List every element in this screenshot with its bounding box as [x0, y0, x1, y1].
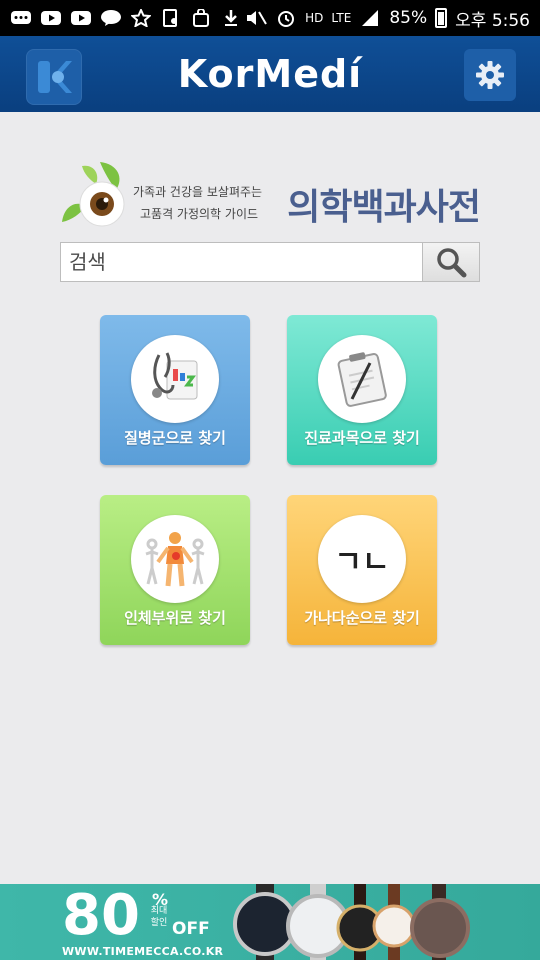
kakaotalk-icon — [100, 9, 122, 27]
notification-icons — [10, 9, 242, 27]
browse-alphabetical-button[interactable]: ㄱㄴ 가나다순으로 찾기 — [287, 495, 437, 645]
ad-off-label: OFF — [172, 919, 210, 939]
shopping-bag-icon — [190, 9, 212, 27]
chat-icon — [10, 9, 32, 27]
battery-percent: 85% — [389, 8, 428, 28]
screenshot-icon — [160, 9, 182, 27]
lte-indicator: LTE — [331, 11, 352, 25]
search-icon — [437, 248, 467, 278]
youtube-icon — [70, 9, 92, 27]
tile-label: 가나다순으로 찾기 — [304, 609, 420, 627]
ad-max-discount-label: 최대 할인 — [150, 906, 168, 928]
status-bar: HD LTE 85% 오후 5:56 — [0, 0, 540, 36]
clock: 오후 5:56 — [455, 10, 530, 31]
stethoscope-icon — [131, 335, 219, 423]
youtube-icon — [40, 9, 62, 27]
search-input[interactable] — [60, 242, 422, 282]
search-button[interactable] — [422, 242, 480, 282]
body-figure-icon — [131, 515, 219, 603]
kormedi-k-icon — [38, 61, 72, 93]
tile-label: 질병군으로 찾기 — [124, 429, 226, 447]
mute-icon — [245, 9, 267, 27]
watches-image — [233, 884, 470, 960]
system-icons: HD LTE 85% 오후 5:56 — [245, 6, 530, 31]
browse-by-disease-button[interactable]: 질병군으로 찾기 — [100, 315, 250, 465]
gear-icon — [476, 61, 504, 89]
alphabet-icon-text: ㄱㄴ — [334, 545, 390, 580]
ad-banner[interactable]: 80 % 최대 할인 OFF WWW.TIMEMECCA.CO.KR — [0, 884, 540, 960]
tile-label: 인체부위로 찾기 — [124, 609, 226, 627]
download-icon — [220, 9, 242, 27]
star-icon — [130, 9, 152, 27]
korean-alphabet-icon: ㄱㄴ — [318, 515, 406, 603]
alarm-icon — [275, 9, 297, 27]
eye-leaf-emblem — [62, 162, 125, 227]
kormedi-logo: KorMedí — [177, 52, 363, 96]
browse-by-department-button[interactable]: 진료과목으로 찾기 — [287, 315, 437, 465]
hd-voice-indicator: HD — [305, 11, 324, 25]
clipboard-icon — [318, 335, 406, 423]
page-title: 의학백과사전 — [287, 187, 481, 228]
ad-url: WWW.TIMEMECCA.CO.KR — [62, 945, 224, 958]
battery-icon — [435, 8, 448, 28]
brand-banner: 가족과 건강을 보살펴주는 고품격 가정의학 가이드 의학백과사전 — [60, 160, 481, 234]
settings-button[interactable] — [464, 49, 516, 101]
brand-tagline-1: 가족과 건강을 보살펴주는 — [133, 185, 263, 199]
tile-label: 진료과목으로 찾기 — [304, 429, 420, 447]
home-button[interactable] — [26, 49, 82, 105]
search-bar — [60, 242, 480, 282]
app-header: KorMedí — [0, 36, 540, 112]
signal-icon — [359, 9, 381, 27]
ad-discount-number: 80 — [62, 884, 140, 948]
browse-by-body-part-button[interactable]: 인체부위로 찾기 — [100, 495, 250, 645]
brand-tagline-2: 고품격 가정의학 가이드 — [140, 207, 259, 221]
